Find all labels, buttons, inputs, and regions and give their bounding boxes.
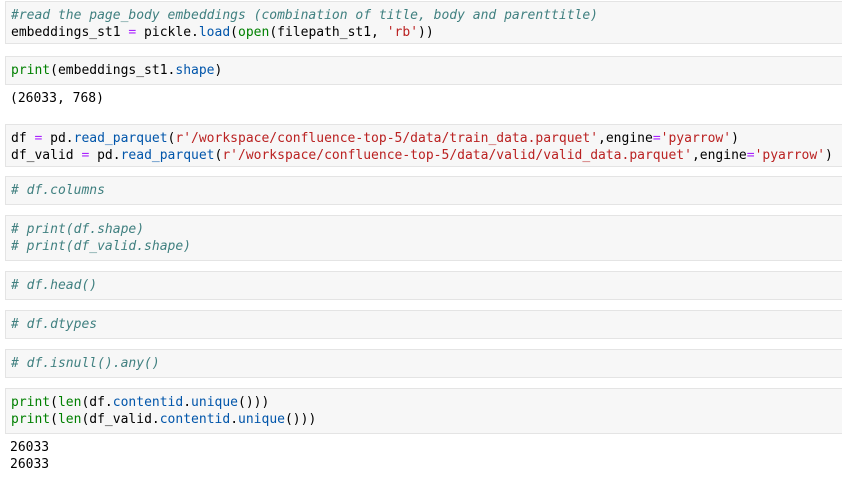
code-line: # df.dtypes	[11, 316, 837, 333]
code-token: (	[50, 395, 58, 410]
code-token: embeddings_st1	[11, 25, 129, 40]
code-token: contentid	[159, 412, 231, 427]
code-token: # print(df_valid.shape)	[11, 239, 192, 254]
code-token: 26033	[10, 440, 50, 455]
code-cell[interactable]: #read the page_body embeddings (combinat…	[5, 1, 842, 44]
code-token: # df.dtypes	[11, 317, 98, 332]
output-line: 26033	[10, 456, 837, 473]
code-token: unique	[238, 412, 285, 427]
code-line: df_valid = pd.read_parquet(r'/workspace/…	[11, 147, 837, 164]
code-token: len	[57, 412, 82, 427]
code-token: open	[238, 25, 270, 40]
code-token: pd.	[89, 148, 121, 163]
code-cell[interactable]: df = pd.read_parquet(r'/workspace/conflu…	[5, 124, 842, 167]
code-cell[interactable]: print(len(df.contentid.unique())) print(l…	[5, 388, 842, 434]
code-token: contentid	[112, 395, 184, 410]
output-line: (26033, 768)	[10, 90, 837, 107]
code-token: df	[11, 131, 35, 146]
code-cell[interactable]: # print(df.shape) # print(df_valid.shape)	[5, 215, 842, 261]
code-line: # print(df_valid.shape)	[11, 238, 837, 255]
code-token: (26033, 768)	[10, 91, 104, 106]
output-cell: (26033, 768)	[5, 88, 842, 108]
code-token: )	[214, 63, 223, 78]
code-token: read_parquet	[73, 131, 168, 146]
code-token: 26033	[10, 457, 50, 472]
output-cell: 26033 26033	[5, 437, 842, 477]
code-cell[interactable]: # df.columns	[5, 176, 842, 205]
code-token: len	[57, 395, 82, 410]
code-token: r'/workspace/confluence-top-5/data/valid…	[222, 148, 692, 163]
code-token: pickle.	[136, 25, 199, 40]
code-token: ,engine	[691, 148, 747, 163]
code-token: # print(df.shape)	[11, 222, 145, 237]
code-token: .	[183, 395, 192, 410]
code-token: print	[11, 412, 51, 427]
code-token: read_parquet	[120, 148, 215, 163]
code-line: # print(df.shape)	[11, 221, 837, 238]
code-token: =	[652, 131, 661, 146]
code-token: (	[230, 25, 238, 40]
code-token: )	[731, 131, 739, 146]
code-token: unique	[191, 395, 239, 410]
code-token: (filepath_st1,	[269, 25, 387, 40]
code-token: print	[11, 63, 51, 78]
code-token: 'pyarrow'	[754, 148, 826, 163]
code-cell[interactable]: # df.isnull().any()	[5, 349, 842, 378]
code-token: pd.	[42, 131, 74, 146]
code-token: (df_valid.	[81, 412, 160, 427]
code-line: # df.isnull().any()	[11, 355, 837, 372]
code-token: ))	[418, 25, 434, 40]
code-line: embeddings_st1 = pickle.load(open(filepa…	[11, 24, 837, 41]
code-token: r'/workspace/confluence-top-5/data/train…	[175, 131, 599, 146]
code-cell[interactable]: print(embeddings_st1.shape)	[5, 56, 842, 85]
code-token: # df.head()	[11, 278, 98, 293]
output-line: 26033	[10, 439, 837, 456]
code-token: ()))	[238, 395, 270, 410]
code-token: =	[746, 148, 755, 163]
code-token: ,engine	[598, 131, 653, 146]
code-token: #read the page_body embeddings (combinat…	[11, 8, 598, 23]
code-token: load	[198, 25, 231, 40]
code-token: # df.columns	[11, 183, 105, 198]
code-line: print(len(df.contentid.unique()))	[11, 394, 837, 411]
code-line: # df.head()	[11, 277, 837, 294]
code-token: )	[825, 148, 833, 163]
code-line: print(len(df_valid.contentid.unique()))	[11, 411, 837, 428]
code-token: # df.isnull().any()	[11, 356, 160, 371]
code-token: 'pyarrow'	[660, 131, 732, 146]
code-line: print(embeddings_st1.shape)	[11, 62, 837, 79]
code-token: df_valid	[11, 148, 82, 163]
code-token: (	[50, 412, 58, 427]
notebook: #read the page_body embeddings (combinat…	[0, 0, 842, 485]
code-token: ()))	[284, 412, 317, 427]
code-line: # df.columns	[11, 182, 837, 199]
code-token: .	[230, 412, 239, 427]
code-token: 'rb'	[386, 25, 419, 40]
code-cell[interactable]: # df.head()	[5, 271, 842, 300]
code-token: (embeddings_st1.	[50, 63, 176, 78]
code-line: #read the page_body embeddings (combinat…	[11, 7, 837, 24]
code-cell[interactable]: # df.dtypes	[5, 310, 842, 339]
code-line: df = pd.read_parquet(r'/workspace/conflu…	[11, 130, 837, 147]
code-token: (df.	[81, 395, 113, 410]
code-token: shape	[175, 63, 215, 78]
code-token: print	[11, 395, 51, 410]
